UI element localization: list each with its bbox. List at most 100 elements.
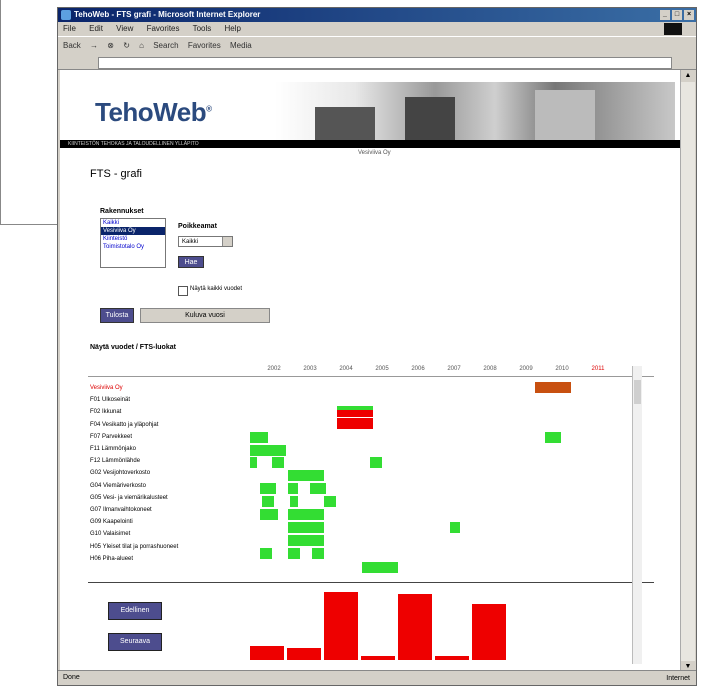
year-header: 2002 2003 2004 2005 2006 2007 2008 2009 2010 2011 <box>256 366 616 372</box>
cost-bar <box>435 656 469 660</box>
chevron-down-icon[interactable] <box>222 237 232 246</box>
home-icon[interactable]: ⌂ <box>139 41 144 50</box>
forward-icon[interactable]: → <box>90 41 98 50</box>
year-label: 2004 <box>339 366 353 372</box>
timeline-cell <box>288 509 324 520</box>
year-label: 2006 <box>411 366 425 372</box>
window-title: TehoWeb - FTS grafi - Microsoft Internet… <box>74 10 261 19</box>
inner-scrollbar[interactable] <box>632 366 642 664</box>
close-icon[interactable]: × <box>684 10 694 20</box>
period-select[interactable]: Kaikki <box>178 236 233 247</box>
menu-edit[interactable]: Edit <box>89 24 103 33</box>
maximize-icon[interactable]: □ <box>672 10 682 20</box>
row-label: H06 Piha-alueet <box>90 555 134 562</box>
timeline-cell <box>250 457 257 468</box>
row-label: G04 Viemäriverkosto <box>90 482 146 489</box>
page-scrollbar[interactable]: ▲ ▼ <box>680 70 695 673</box>
timeline-cell <box>324 496 336 507</box>
stop-icon[interactable]: ⊗ <box>107 41 114 50</box>
timeline-cell <box>288 535 324 546</box>
print-button[interactable]: Tulosta <box>100 308 134 323</box>
search-button[interactable]: Search <box>153 41 178 50</box>
row-label: F02 Ikkunat <box>90 409 122 416</box>
banner-strip: KIINTEISTÖN TEHOKAS JA TALOUDELLINEN YLL… <box>60 140 680 148</box>
timeline-cell <box>337 410 373 417</box>
menu-favorites[interactable]: Favorites <box>147 24 180 33</box>
next-button[interactable]: Seuraava <box>108 633 162 651</box>
timeline-cell <box>362 562 398 573</box>
timeline-cell <box>260 483 276 494</box>
building-listbox[interactable]: Kaikki Vesiviiva Oy Kiinteistö Toimistot… <box>100 218 166 268</box>
list-item[interactable]: Vesiviiva Oy <box>101 227 165 235</box>
menu-bar: File Edit View Favorites Tools Help <box>58 22 696 36</box>
banner-image <box>275 82 675 140</box>
row-label: G05 Vesi- ja viemärikalusteet <box>90 494 168 501</box>
back-button[interactable]: Back <box>63 41 81 50</box>
timeline-cell <box>250 445 286 456</box>
menu-help[interactable]: Help <box>225 24 241 33</box>
timeline-cell <box>290 496 298 507</box>
timeline-cell <box>288 483 298 494</box>
menu-tools[interactable]: Tools <box>193 24 212 33</box>
refresh-icon[interactable]: ↻ <box>123 41 130 50</box>
timeline-cell <box>272 457 284 468</box>
menu-view[interactable]: View <box>116 24 133 33</box>
timeline-cell <box>288 522 324 533</box>
minimize-icon[interactable]: _ <box>660 10 670 20</box>
year-label: 2008 <box>483 366 497 372</box>
row-label: H05 Yleiset tilat ja porrashuoneet <box>90 543 179 550</box>
cost-bar <box>398 594 432 660</box>
timeline-cell <box>250 432 268 443</box>
list-item[interactable]: Kaikki <box>101 219 165 227</box>
timeline-cell <box>310 483 326 494</box>
timeline-cell <box>535 382 571 393</box>
list-label: Rakennukset <box>100 208 144 215</box>
scroll-up-icon[interactable]: ▲ <box>681 70 695 82</box>
divider <box>88 582 654 583</box>
row-label: F07 Parvekkeet <box>90 433 133 440</box>
browser-window: TehoWeb - FTS grafi - Microsoft Internet… <box>57 7 697 686</box>
toolbar: Back → ⊗ ↻ ⌂ Search Favorites Media <box>58 36 696 56</box>
breadcrumb[interactable]: Vesiviiva Oy <box>358 150 391 156</box>
year-label: 2002 <box>267 366 281 372</box>
year-label: 2003 <box>303 366 317 372</box>
media-button[interactable]: Media <box>230 41 252 50</box>
page-viewport: TehoWeb® KIINTEISTÖN TEHOKAS JA TALOUDEL… <box>60 70 680 673</box>
ie-logo-icon <box>61 10 71 20</box>
windows-logo-icon <box>664 23 682 35</box>
timeline-cell <box>312 548 324 559</box>
row-label: G07 Ilmanvaihtokoneet <box>90 507 152 514</box>
list-item[interactable]: Toimistotalo Oy <box>101 243 165 251</box>
timeline-cell <box>260 548 272 559</box>
status-text: Done <box>63 674 80 681</box>
timeline-cell <box>450 522 460 533</box>
timeline-cell <box>545 432 561 443</box>
menu-file[interactable]: File <box>63 24 76 33</box>
year-label: 2005 <box>375 366 389 372</box>
scroll-thumb[interactable] <box>634 380 641 404</box>
list-item[interactable]: Kiinteistö <box>101 235 165 243</box>
timeline-cell <box>262 496 274 507</box>
year-label: 2009 <box>519 366 533 372</box>
previous-button[interactable]: Edellinen <box>108 602 162 620</box>
row-label: F12 Lämmönlähde <box>90 458 141 465</box>
checkbox-label: Näytä kaikki vuodet <box>190 286 243 292</box>
year-label: 2007 <box>447 366 461 372</box>
cost-bar <box>324 592 358 660</box>
row-label: F01 Ulkoseinät <box>90 397 131 404</box>
favorites-button[interactable]: Favorites <box>188 41 221 50</box>
cost-bar <box>250 646 284 660</box>
cost-bar <box>472 604 506 660</box>
timeline-cell <box>288 548 300 559</box>
row-label: G02 Vesijohtoverkosto <box>90 470 151 477</box>
row-label: G09 Kaapelointi <box>90 519 133 526</box>
status-bar: Done Internet <box>58 670 696 685</box>
timeline-cell <box>337 418 373 429</box>
section-title: Näytä vuodet / FTS-luokat <box>90 344 176 351</box>
report-button[interactable]: Kuluva vuosi <box>140 308 270 323</box>
show-all-checkbox[interactable] <box>178 286 188 296</box>
address-input[interactable] <box>98 57 672 69</box>
hae-button[interactable]: Hae <box>178 256 204 268</box>
timeline-cell <box>288 470 324 481</box>
year-label: 2010 <box>555 366 569 372</box>
